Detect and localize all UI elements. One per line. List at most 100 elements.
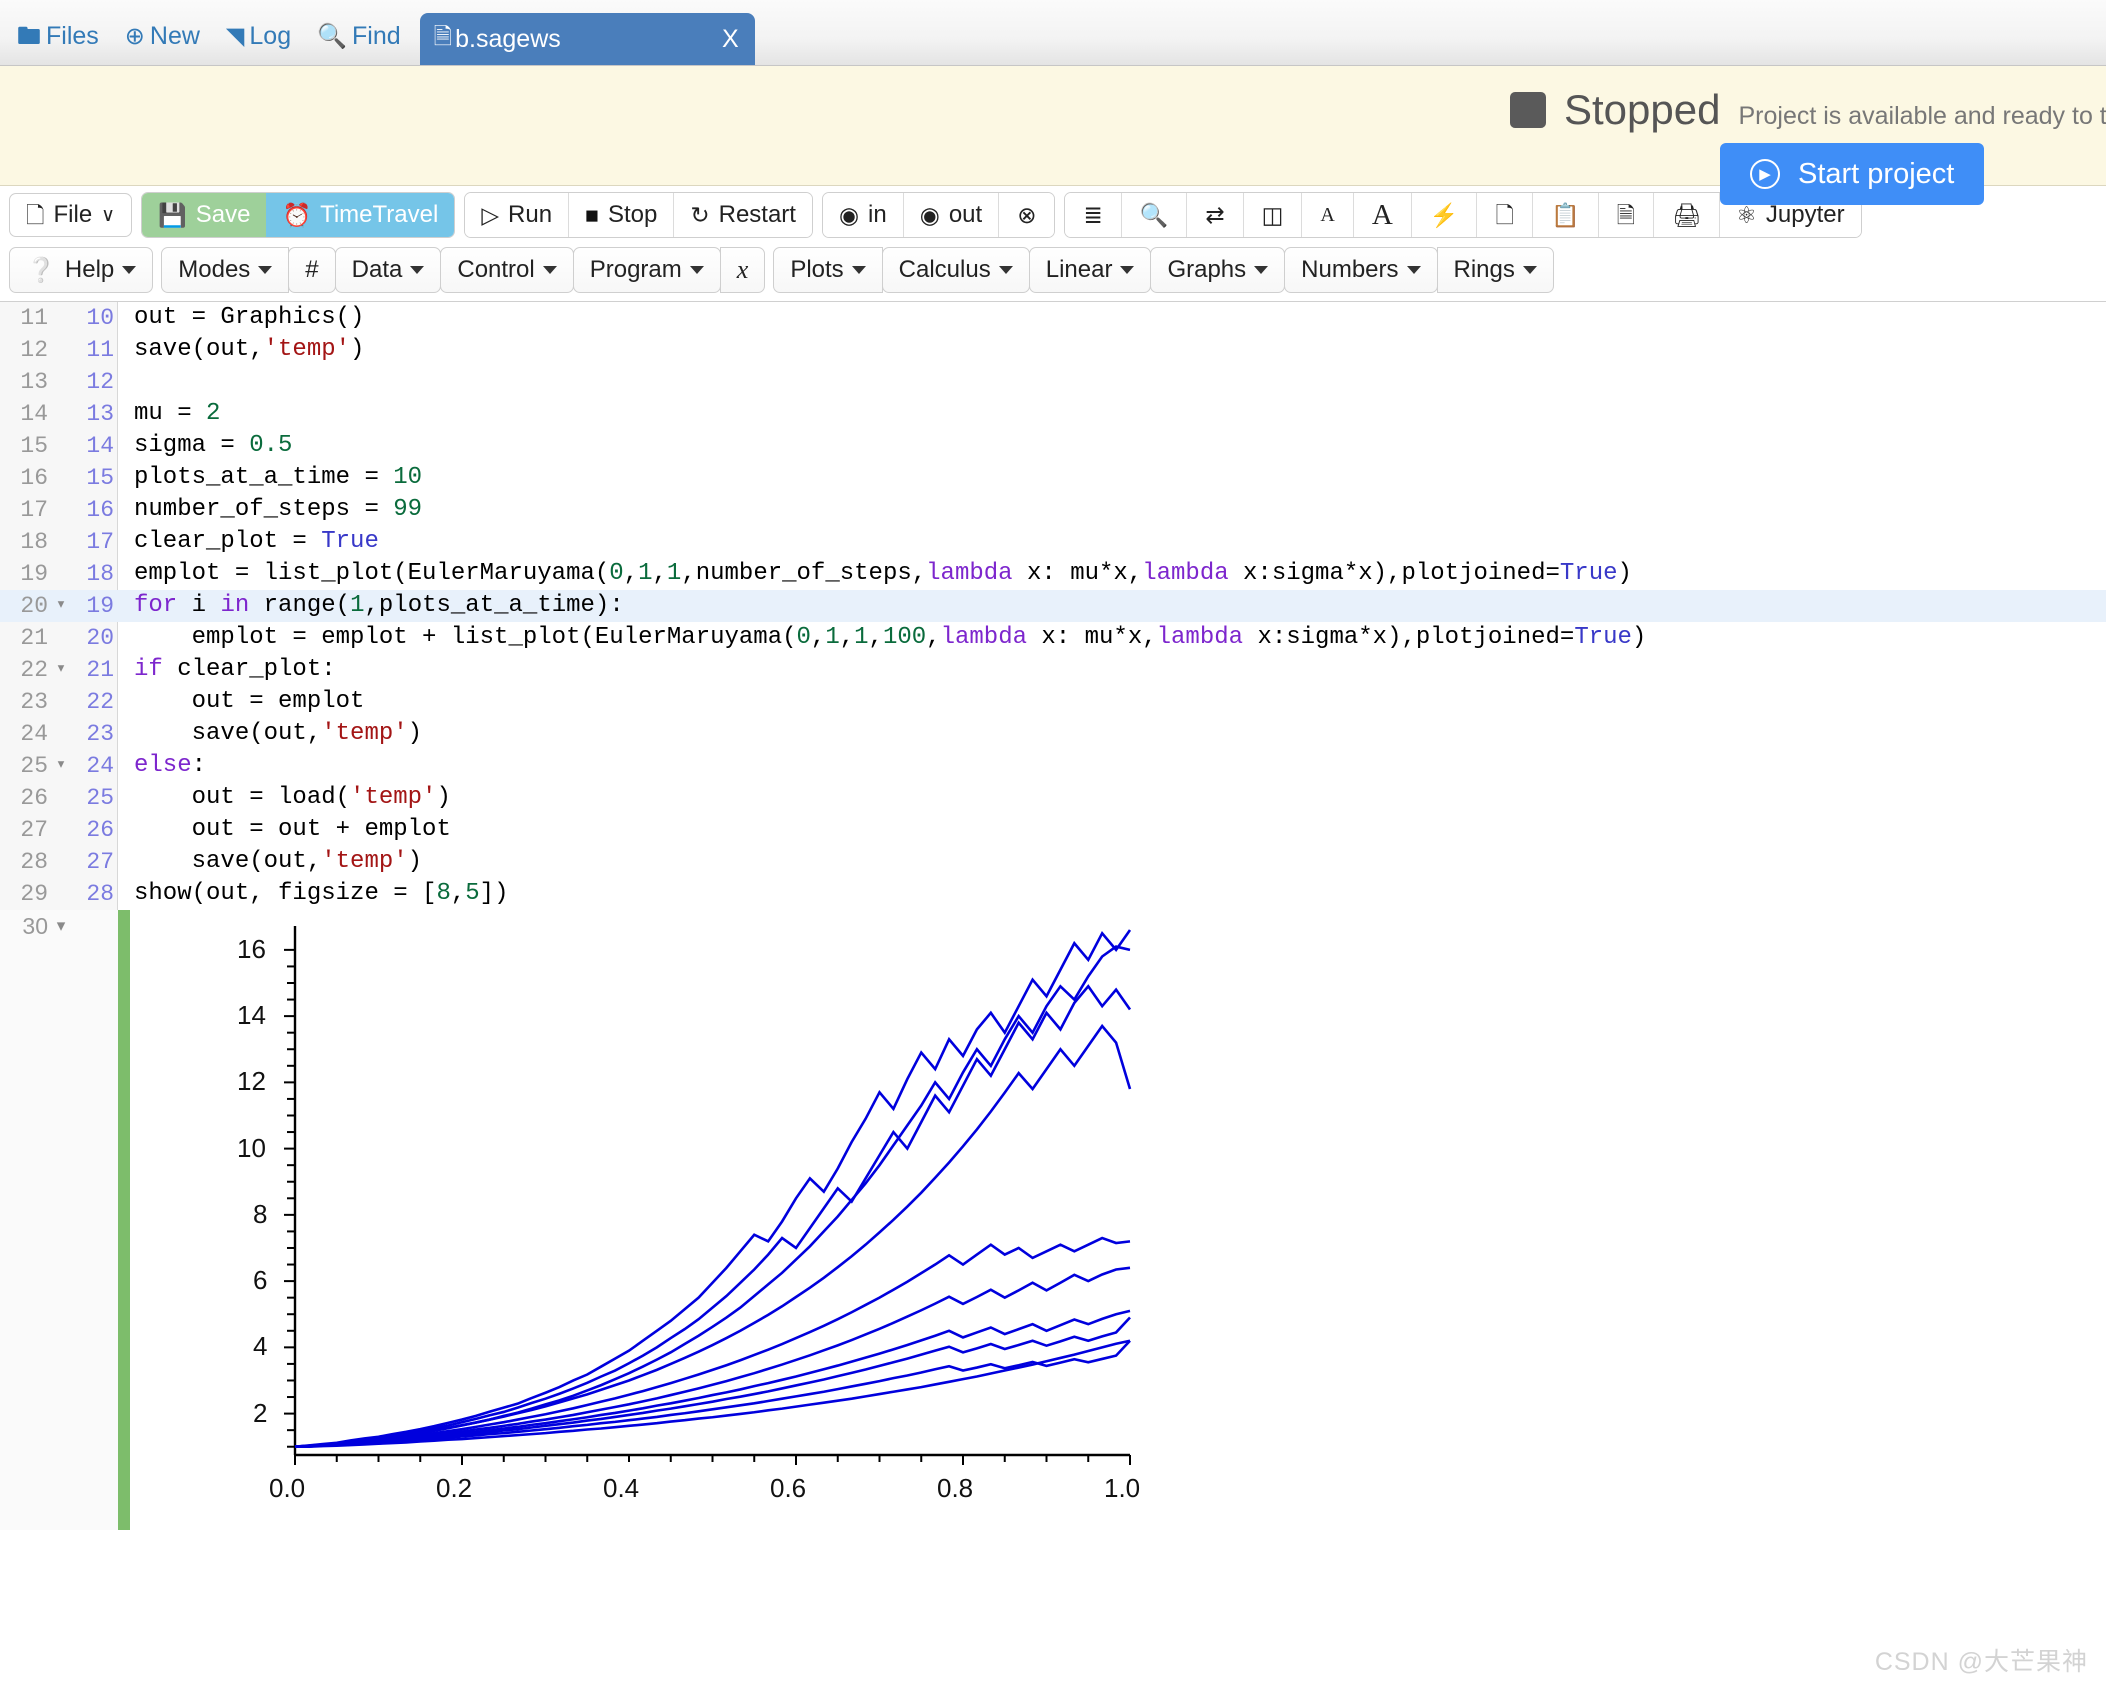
line-content[interactable]: emplot = emplot + list_plot(EulerMaruyam… bbox=[118, 622, 1646, 654]
code-line[interactable]: 1312 bbox=[0, 366, 2106, 398]
start-project-label: Start project bbox=[1798, 158, 1954, 191]
gbm-path bbox=[295, 986, 1130, 1446]
code-line[interactable]: 2625 out = load('temp') bbox=[0, 782, 2106, 814]
line-content[interactable]: show(out, figsize = [8,5]) bbox=[118, 878, 508, 910]
line-content[interactable]: sigma = 0.5 bbox=[118, 430, 292, 462]
line-number: 20 bbox=[74, 622, 118, 654]
lightning-button[interactable]: ⚡ bbox=[1412, 193, 1478, 237]
indent-button[interactable]: ≣ bbox=[1065, 193, 1121, 237]
menu-modes[interactable]: Modes bbox=[161, 247, 289, 293]
increase-font-button[interactable]: A bbox=[1354, 193, 1412, 237]
file-menu-button[interactable]: 🗋 File ∨ bbox=[9, 193, 132, 237]
menu-numbers[interactable]: Numbers bbox=[1284, 247, 1437, 293]
nav-find[interactable]: 🔍 Find bbox=[304, 22, 414, 65]
code-line[interactable]: 20▾19for i in range(1,plots_at_a_time): bbox=[0, 590, 2106, 622]
menu-graphs[interactable]: Graphs bbox=[1150, 247, 1285, 293]
search-button[interactable]: 🔍 bbox=[1122, 193, 1188, 237]
fold-arrow-icon[interactable]: ▾ bbox=[48, 654, 74, 686]
code-line[interactable]: 22▾21if clear_plot: bbox=[0, 654, 2106, 686]
line-content[interactable]: save(out,'temp') bbox=[118, 334, 364, 366]
copy-button[interactable]: 🗋 bbox=[1477, 193, 1533, 237]
nav-files[interactable]: 🖿 Files bbox=[4, 22, 112, 65]
output-gutter: 30 ▾ bbox=[0, 910, 118, 1530]
code-line[interactable]: 2322 out = emplot bbox=[0, 686, 2106, 718]
chevron-down-icon bbox=[122, 266, 136, 274]
play-circle-icon: ▶ bbox=[1750, 159, 1780, 189]
start-project-button[interactable]: ▶ Start project bbox=[1720, 143, 1984, 205]
code-lines[interactable]: 1110out = Graphics()1211save(out,'temp')… bbox=[0, 302, 2106, 910]
line-content[interactable]: out = load('temp') bbox=[118, 782, 451, 814]
split-button[interactable]: ◫ bbox=[1244, 193, 1303, 237]
menu-program[interactable]: Program bbox=[573, 247, 721, 293]
fold-output-button[interactable]: ◉ out bbox=[904, 193, 999, 237]
file-tab-b-sagews[interactable]: 🗎 b.sagews X bbox=[420, 13, 755, 65]
menu-modes-label: Modes bbox=[178, 256, 250, 284]
code-line[interactable]: 1615plots_at_a_time = 10 bbox=[0, 462, 2106, 494]
menu-variable-x[interactable]: x bbox=[720, 247, 766, 293]
fold-input-button[interactable]: ◉ in bbox=[823, 193, 904, 237]
swap-button[interactable]: ⇄ bbox=[1187, 193, 1243, 237]
line-content[interactable]: number_of_steps = 99 bbox=[118, 494, 422, 526]
code-line[interactable]: 2827 save(out,'temp') bbox=[0, 846, 2106, 878]
menu-data[interactable]: Data bbox=[335, 247, 442, 293]
stop-button[interactable]: ■ Stop bbox=[569, 193, 674, 237]
line-content[interactable]: save(out,'temp') bbox=[118, 718, 422, 750]
code-line[interactable]: 2726 out = out + emplot bbox=[0, 814, 2106, 846]
menu-hash[interactable]: # bbox=[288, 247, 335, 293]
clear-output-button[interactable]: ⊗ bbox=[999, 193, 1054, 237]
menu-help[interactable]: ❔ Help bbox=[9, 247, 153, 293]
code-line[interactable]: 2928show(out, figsize = [8,5]) bbox=[0, 878, 2106, 910]
code-line[interactable]: 2423 save(out,'temp') bbox=[0, 718, 2106, 750]
paste-button[interactable]: 📋 bbox=[1533, 193, 1599, 237]
jupyter-label: Jupyter bbox=[1766, 201, 1845, 229]
line-content[interactable]: clear_plot = True bbox=[118, 526, 379, 558]
menu-plots[interactable]: Plots bbox=[773, 247, 882, 293]
code-line[interactable]: 2120 emplot = emplot + list_plot(EulerMa… bbox=[0, 622, 2106, 654]
line-content[interactable]: mu = 2 bbox=[118, 398, 220, 430]
code-line[interactable]: 1110out = Graphics() bbox=[0, 302, 2106, 334]
file-menu-label: File bbox=[54, 201, 93, 229]
nav-log-label: Log bbox=[249, 22, 291, 51]
save-button[interactable]: 💾 Save bbox=[142, 193, 266, 237]
y-tick-label: 14 bbox=[237, 1000, 266, 1031]
fold-arrow-icon[interactable]: ▾ bbox=[48, 910, 74, 942]
run-button[interactable]: ▷ Run bbox=[465, 193, 569, 237]
decrease-font-button[interactable]: A bbox=[1302, 193, 1353, 237]
timetravel-button[interactable]: ⏰ TimeTravel bbox=[266, 193, 454, 237]
line-content[interactable]: for i in range(1,plots_at_a_time): bbox=[118, 590, 624, 622]
line-content[interactable]: out = emplot bbox=[118, 686, 364, 718]
line-number: 13 bbox=[74, 398, 118, 430]
nav-new[interactable]: ⊕ New bbox=[112, 22, 213, 65]
code-line[interactable]: 1817clear_plot = True bbox=[0, 526, 2106, 558]
code-line[interactable]: 1413mu = 2 bbox=[0, 398, 2106, 430]
line-number-old: 19 bbox=[0, 558, 48, 590]
fold-arrow-icon[interactable]: ▾ bbox=[48, 590, 74, 622]
line-number-old: 27 bbox=[0, 814, 48, 846]
close-icon[interactable]: X bbox=[698, 25, 739, 54]
line-number-old: 24 bbox=[0, 718, 48, 750]
nav-log[interactable]: ◥ Log bbox=[213, 22, 304, 65]
line-content[interactable]: plots_at_a_time = 10 bbox=[118, 462, 422, 494]
line-content[interactable]: out = out + emplot bbox=[118, 814, 451, 846]
menu-linear[interactable]: Linear bbox=[1029, 247, 1152, 293]
export-pdf-button[interactable]: 🗎 bbox=[1599, 193, 1655, 237]
print-button[interactable]: 🖨 bbox=[1654, 193, 1720, 237]
line-content[interactable]: if clear_plot: bbox=[118, 654, 336, 686]
code-line[interactable]: 1716number_of_steps = 99 bbox=[0, 494, 2106, 526]
line-content[interactable]: save(out,'temp') bbox=[118, 846, 422, 878]
code-line[interactable]: 1211save(out,'temp') bbox=[0, 334, 2106, 366]
menu-rings[interactable]: Rings bbox=[1437, 247, 1554, 293]
menu-calculus[interactable]: Calculus bbox=[882, 247, 1030, 293]
copy-icon: 🗋 bbox=[1495, 204, 1514, 227]
restart-button[interactable]: ↻ Restart bbox=[674, 193, 812, 237]
fold-arrow-icon[interactable]: ▾ bbox=[48, 750, 74, 782]
code-line[interactable]: 25▾24else: bbox=[0, 750, 2106, 782]
line-number: 17 bbox=[74, 526, 118, 558]
line-content[interactable]: out = Graphics() bbox=[118, 302, 364, 334]
code-line[interactable]: 1918emplot = list_plot(EulerMaruyama(0,1… bbox=[0, 558, 2106, 590]
menu-control[interactable]: Control bbox=[440, 247, 573, 293]
code-line[interactable]: 1514sigma = 0.5 bbox=[0, 430, 2106, 462]
code-editor[interactable]: 1110out = Graphics()1211save(out,'temp')… bbox=[0, 302, 2106, 910]
line-content[interactable]: emplot = list_plot(EulerMaruyama(0,1,1,n… bbox=[118, 558, 1632, 590]
line-content[interactable]: else: bbox=[118, 750, 206, 782]
